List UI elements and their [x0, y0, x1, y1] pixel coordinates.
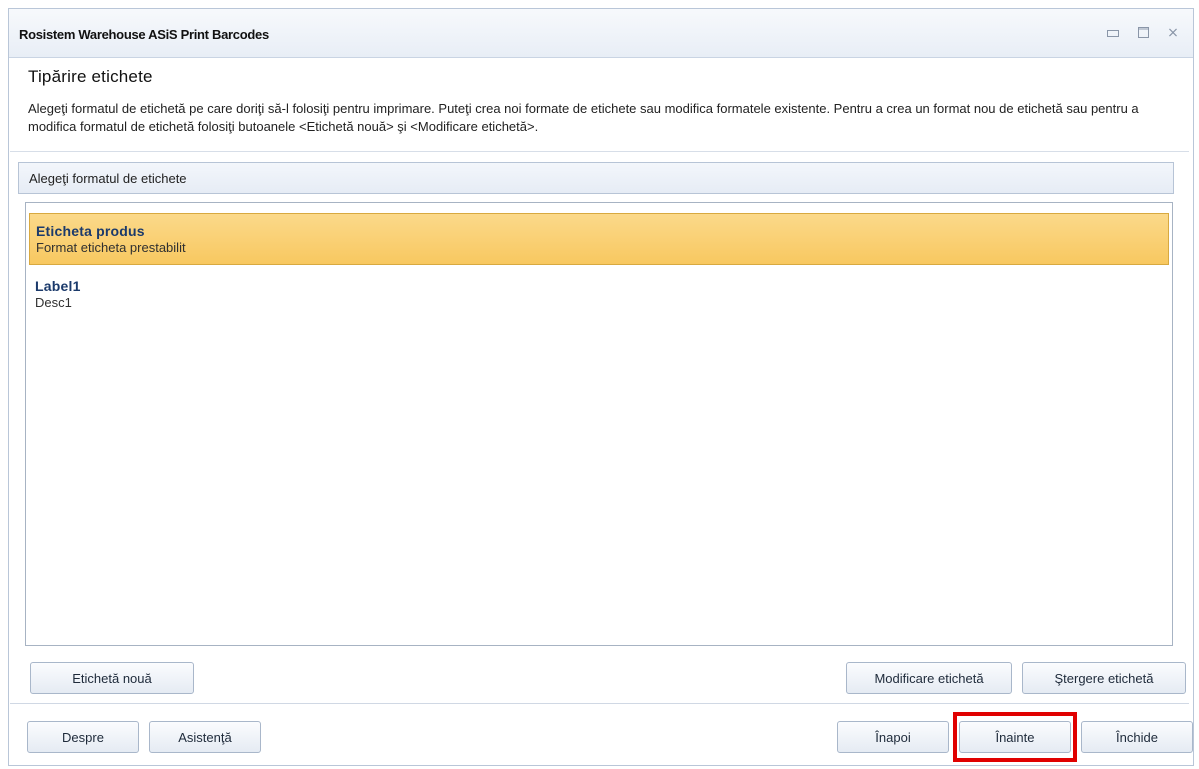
- label-format-list[interactable]: Eticheta produs Format eticheta prestabi…: [25, 202, 1173, 646]
- window-controls: ⨯: [1105, 24, 1181, 40]
- group-header-label: Alegeţi formatul de etichete: [29, 171, 187, 186]
- about-button[interactable]: Despre: [27, 721, 139, 753]
- footer-divider: [10, 703, 1189, 704]
- list-item-title: Label1: [35, 278, 81, 294]
- list-item[interactable]: Eticheta produs Format eticheta prestabi…: [29, 213, 1169, 265]
- new-label-button[interactable]: Etichetă nouă: [30, 662, 194, 694]
- page-title: Tipărire etichete: [28, 67, 153, 86]
- list-item[interactable]: Label1 Desc1: [29, 269, 1169, 321]
- minimize-icon[interactable]: [1105, 24, 1121, 40]
- group-header: Alegeţi formatul de etichete: [18, 162, 1174, 194]
- window-title: Rosistem Warehouse ASiS Print Barcodes: [19, 27, 269, 42]
- list-item-title: Eticheta produs: [36, 223, 145, 239]
- close-button[interactable]: Închide: [1081, 721, 1193, 753]
- page-description: Alegeţi formatul de etichetă pe care dor…: [28, 101, 1139, 134]
- title-bar: Rosistem Warehouse ASiS Print Barcodes ⨯: [9, 9, 1193, 58]
- modify-label-button[interactable]: Modificare etichetă: [846, 662, 1012, 694]
- list-item-desc: Desc1: [35, 295, 72, 310]
- divider: [10, 151, 1189, 152]
- next-button[interactable]: Înainte: [959, 721, 1071, 753]
- list-item-desc: Format eticheta prestabilit: [36, 240, 186, 255]
- delete-label-button[interactable]: Ştergere etichetă: [1022, 662, 1186, 694]
- maximize-icon[interactable]: [1135, 24, 1151, 40]
- back-button[interactable]: Înapoi: [837, 721, 949, 753]
- close-icon[interactable]: ⨯: [1165, 24, 1181, 40]
- help-button[interactable]: Asistenţă: [149, 721, 261, 753]
